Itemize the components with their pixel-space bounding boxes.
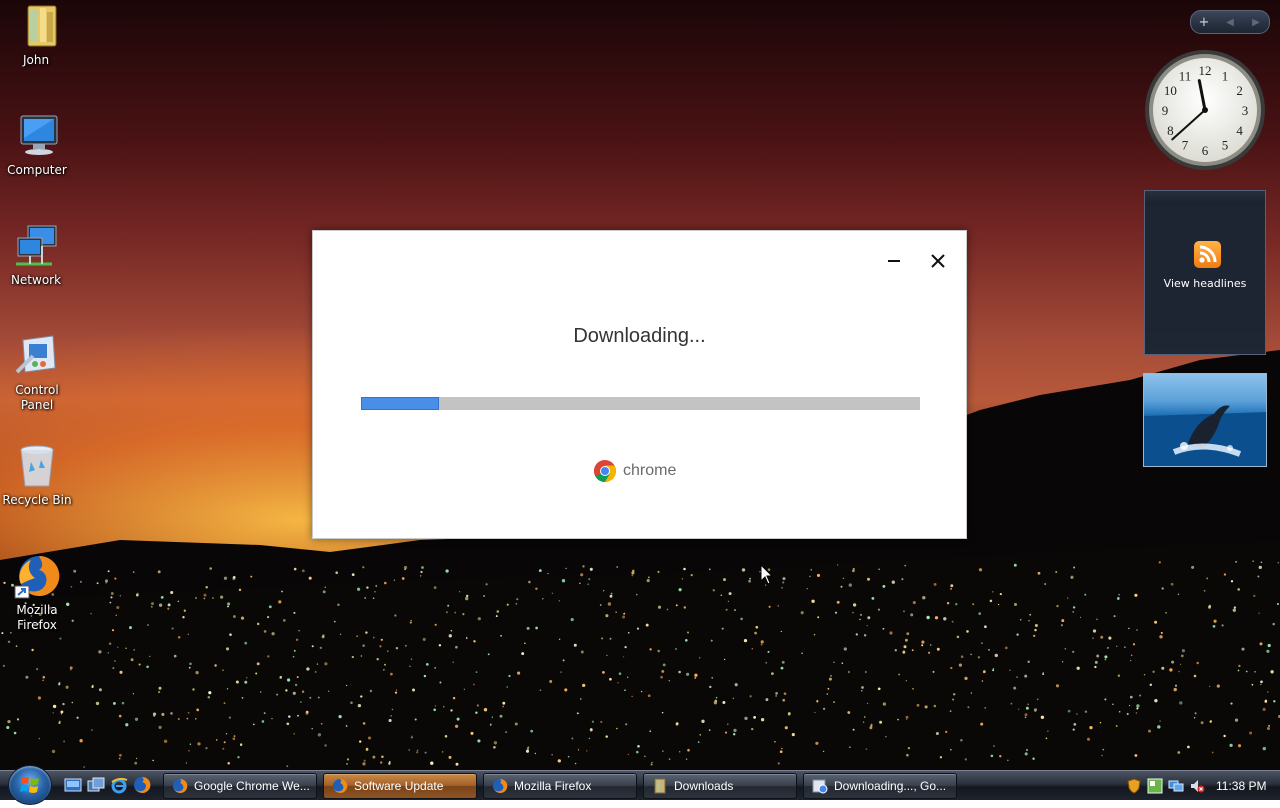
chrome-installer-window: Downloading... chrome [312,230,967,539]
rss-icon [1194,241,1221,268]
volume-muted-icon[interactable] [1189,778,1205,794]
chrome-brand-label: chrome [623,462,677,479]
clock-numeral: 6 [1202,143,1209,158]
next-gadgets-button[interactable]: ▶ [1243,17,1269,28]
desktop-icon-computer[interactable]: Computer [0,112,75,178]
taskbar-item-label: Downloading..., Go... [834,779,947,793]
minimize-icon [888,260,900,262]
clock-numeral: 11 [1179,68,1192,83]
desktop-icon-label: Mozilla Firefox [16,603,58,632]
minimize-button[interactable] [879,247,909,275]
show-desktop-icon[interactable] [64,776,82,794]
taskbar-item-downloading-installer[interactable]: Downloading..., Go... [803,773,957,799]
recycle-bin-icon [13,442,61,490]
desktop-icon-network[interactable]: Network [0,222,74,288]
close-button[interactable] [923,247,953,275]
taskbar-item-label: Downloads [674,779,734,793]
desktop-icon-user-folder[interactable]: John [0,2,74,68]
clock-numeral: 8 [1167,123,1174,138]
taskbar-item-google-chrome[interactable]: Google Chrome We... [163,773,317,799]
control-panel-icon [13,332,61,380]
desktop-icon-firefox[interactable]: Mozilla Firefox [0,552,75,633]
computer-icon [13,112,61,160]
feed-headlines-gadget[interactable]: View headlines [1144,190,1266,355]
clock-numeral: 9 [1162,103,1169,118]
firefox-icon [333,778,348,793]
previous-gadgets-button[interactable]: ◀ [1217,17,1243,28]
whale-photo [1144,405,1266,466]
firefox-icon [173,778,188,793]
progress-fill [361,397,440,410]
taskbar-item-mozilla-firefox[interactable]: Mozilla Firefox [483,773,637,799]
taskbar-item-label: Mozilla Firefox [514,779,592,793]
desktop-icon-label: Computer [7,163,67,177]
taskbar-item-label: Software Update [354,779,444,793]
city-lights [1,560,1280,770]
taskbar-item-downloads[interactable]: Downloads [643,773,797,799]
taskbar: Google Chrome We... Software Update Mozi… [0,765,1280,805]
clock-numeral: 5 [1222,138,1229,153]
desktop-icon-control-panel[interactable]: Control Panel [0,332,75,413]
chrome-logo-icon [594,460,616,482]
user-folder-icon [12,2,60,50]
taskbar-item-software-update[interactable]: Software Update [323,773,477,799]
desktop-icon-label: Recycle Bin [2,493,72,507]
taskbar-item-label: Google Chrome We... [194,779,310,793]
clock-numeral: 7 [1182,138,1189,153]
security-shield-icon[interactable] [1126,778,1142,794]
view-headlines-label[interactable]: View headlines [1145,277,1265,290]
download-status-text: Downloading... [573,325,706,347]
clock-gadget[interactable]: 1234567891011 12 [1143,48,1267,172]
clock-numeral: 2 [1236,83,1243,98]
firefox-icon [13,552,61,600]
desktop-icon-label: John [22,53,50,67]
download-progress-bar [361,397,920,410]
windows-logo-icon [20,777,39,793]
firefox-icon[interactable] [133,776,151,794]
windows-update-icon[interactable] [1147,778,1163,794]
start-button[interactable] [8,765,52,805]
clock-numeral: 10 [1164,83,1177,98]
system-clock[interactable]: 11:38 PM [1216,779,1266,793]
clock-numeral: 4 [1236,123,1243,138]
installer-icon [812,779,828,794]
desktop-icon-label: Network [10,273,62,287]
desktop-icon-recycle-bin[interactable]: Recycle Bin [0,442,75,508]
network-icon [12,222,60,270]
folder-icon [654,778,666,794]
chrome-brand: chrome [593,459,676,483]
network-status-icon[interactable] [1168,778,1184,794]
firefox-icon [493,778,508,793]
clock-numeral: 1 [1222,68,1229,83]
mouse-cursor-icon [760,564,774,585]
desktop-icon-label: Control Panel [15,383,59,412]
slideshow-gadget[interactable] [1143,373,1267,467]
clock-numeral: 12 [1199,63,1212,78]
system-tray: 11:38 PM [1126,773,1278,799]
internet-explorer-icon[interactable] [110,776,128,794]
add-gadget-button[interactable]: + [1191,15,1217,30]
gadget-sidebar-controls: + ◀ ▶ [1190,10,1270,34]
clock-numeral: 3 [1242,103,1249,118]
close-icon [931,254,945,268]
switch-windows-icon[interactable] [87,776,105,794]
